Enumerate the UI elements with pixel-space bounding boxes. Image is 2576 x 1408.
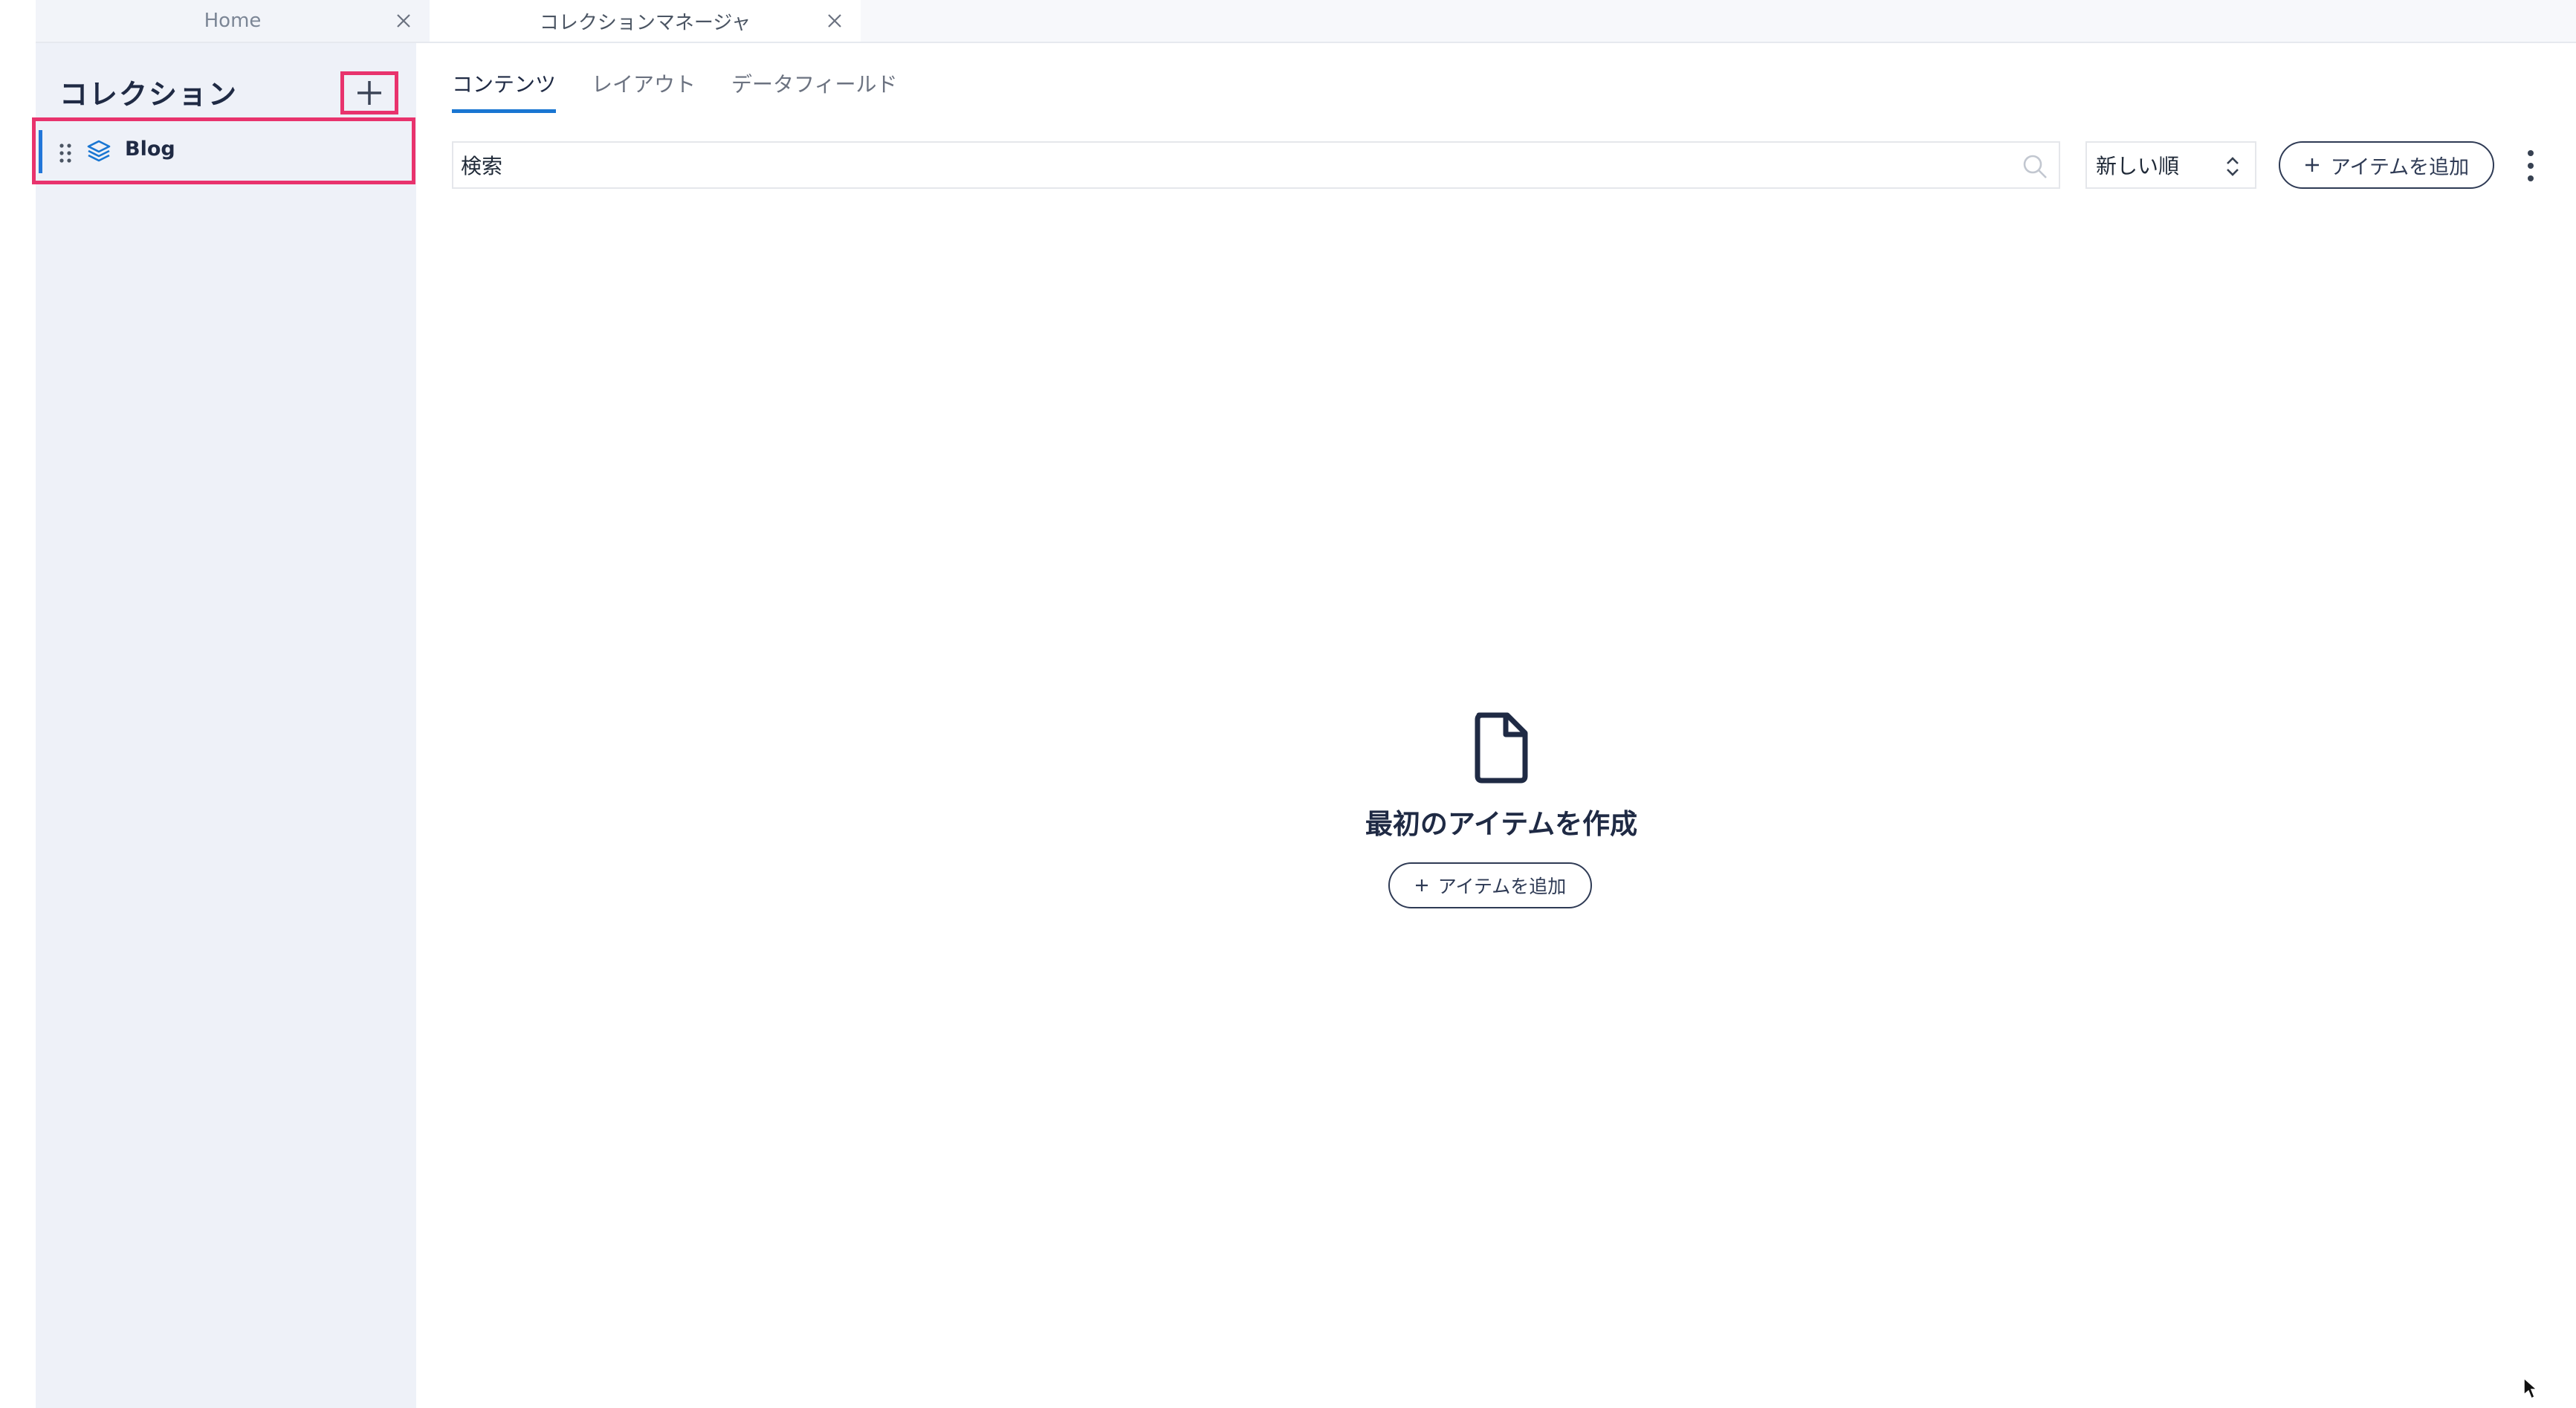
close-icon[interactable] [392, 10, 415, 32]
tab-collection-manager[interactable]: コレクションマネージャ [430, 0, 861, 42]
search-input[interactable] [461, 149, 1992, 183]
layers-icon [87, 140, 111, 162]
kebab-menu-icon[interactable] [2520, 147, 2542, 184]
empty-state-add-item-button[interactable]: アイテムを追加 [1388, 862, 1592, 908]
sort-selected-value: 新しい順 [2096, 154, 2180, 178]
tab-collection-manager-label: コレクションマネージャ [539, 11, 751, 34]
empty-state-add-item-label: アイテムを追加 [1437, 876, 1567, 897]
tab-layout[interactable]: レイアウト [592, 68, 696, 113]
search-box [452, 141, 2060, 189]
main-panel: コンテンツ レイアウト データフィールド 新しい順 アイテムを追加 [416, 43, 2576, 1408]
drag-handle-icon[interactable] [58, 142, 73, 164]
add-item-button[interactable]: アイテムを追加 [2279, 141, 2494, 189]
sort-select[interactable]: 新しい順 [2085, 141, 2256, 189]
close-icon[interactable] [823, 10, 846, 32]
plus-icon [357, 81, 381, 105]
sidebar-item-label: Blog [125, 138, 175, 161]
mouse-cursor-icon [2523, 1377, 2537, 1400]
active-indicator [39, 130, 42, 173]
plus-icon [1415, 879, 1428, 891]
collections-sidebar: コレクション Blog [32, 43, 416, 1408]
add-item-label: アイテムを追加 [2330, 155, 2470, 179]
add-collection-button[interactable] [340, 71, 398, 114]
tab-data-fields[interactable]: データフィールド [731, 68, 897, 113]
app-window: Home コレクションマネージャ コレクション Blog コンテンツ レイアウト… [0, 0, 2576, 1408]
sort-arrows-icon [2227, 157, 2239, 176]
content-tabs: コンテンツ レイアウト データフィールド [452, 68, 933, 113]
plus-icon [2305, 158, 2319, 172]
document-icon [1475, 712, 1528, 784]
search-icon[interactable] [2022, 153, 2048, 180]
tab-home[interactable]: Home [36, 0, 430, 42]
tab-contents[interactable]: コンテンツ [452, 68, 557, 113]
window-edge [0, 0, 36, 1408]
sidebar-title: コレクション [59, 78, 239, 111]
tab-bar: Home コレクションマネージャ [36, 0, 2576, 43]
empty-state-title: 最初のアイテムを作成 [1365, 808, 1638, 840]
sidebar-item-blog[interactable]: Blog [32, 117, 415, 184]
tab-home-label: Home [204, 10, 262, 32]
